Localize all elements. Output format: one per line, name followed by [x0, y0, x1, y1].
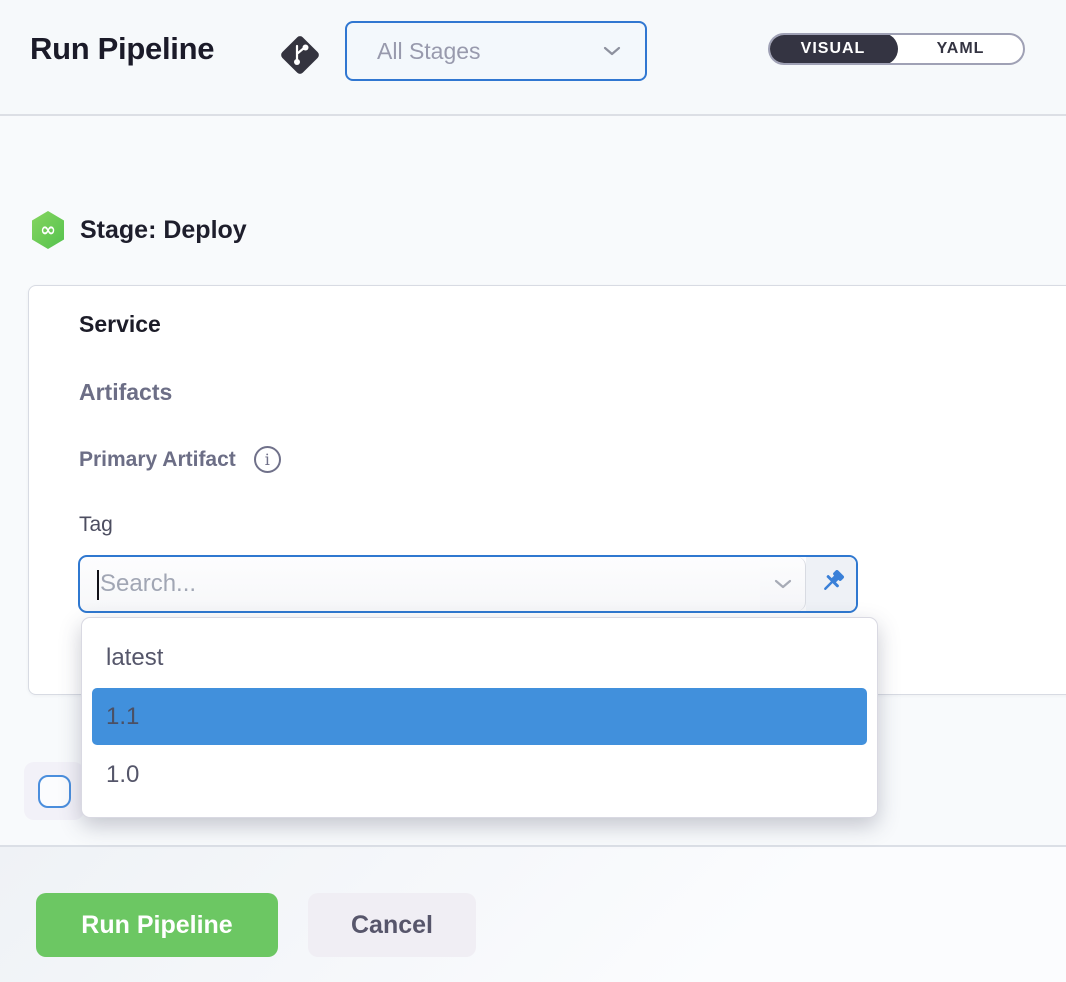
tag-option-latest[interactable]: latest	[82, 628, 877, 688]
tag-label: Tag	[79, 513, 113, 537]
tag-option-1-1[interactable]: 1.1	[92, 688, 867, 745]
tag-option-1-0[interactable]: 1.0	[82, 745, 877, 805]
checkbox-field	[24, 762, 84, 820]
pin-icon	[817, 570, 845, 598]
pin-button[interactable]	[806, 557, 856, 611]
stage-selector-dropdown[interactable]: All Stages	[345, 21, 647, 81]
run-pipeline-dialog: Run Pipeline All Stages VISUAL YAML	[0, 0, 1066, 982]
service-heading: Service	[79, 311, 161, 338]
run-pipeline-button[interactable]: Run Pipeline	[36, 893, 278, 957]
page-title: Run Pipeline	[30, 31, 214, 67]
visual-yaml-toggle: VISUAL YAML	[768, 33, 1025, 65]
dialog-header: Run Pipeline All Stages VISUAL YAML	[0, 0, 1066, 116]
tag-input-wrap	[80, 557, 760, 611]
primary-artifact-label: Primary Artifact	[79, 448, 236, 472]
toggle-yaml[interactable]: YAML	[898, 35, 1023, 63]
chevron-down-icon	[603, 46, 621, 56]
svg-text:∞: ∞	[40, 219, 56, 241]
checkbox[interactable]	[38, 775, 71, 808]
tag-options-menu: latest 1.1 1.0	[81, 617, 878, 818]
tag-search-input[interactable]	[80, 557, 760, 611]
tag-combobox	[78, 555, 858, 613]
toggle-visual[interactable]: VISUAL	[768, 33, 898, 65]
cd-stage-hexagon-icon: ∞	[30, 210, 66, 250]
tag-dropdown-chevron-button[interactable]	[760, 557, 806, 611]
chevron-down-icon	[774, 579, 792, 589]
primary-artifact-row: Primary Artifact i	[79, 446, 281, 473]
cancel-button[interactable]: Cancel	[308, 893, 476, 957]
stage-row: ∞ Stage: Deploy	[30, 210, 247, 250]
dialog-footer: Run Pipeline Cancel	[0, 845, 1066, 982]
text-caret	[97, 570, 99, 600]
info-icon[interactable]: i	[254, 446, 281, 473]
stage-selector-value: All Stages	[377, 38, 603, 65]
stage-label: Stage: Deploy	[80, 216, 247, 245]
git-icon	[277, 32, 323, 78]
artifacts-heading: Artifacts	[79, 379, 172, 406]
